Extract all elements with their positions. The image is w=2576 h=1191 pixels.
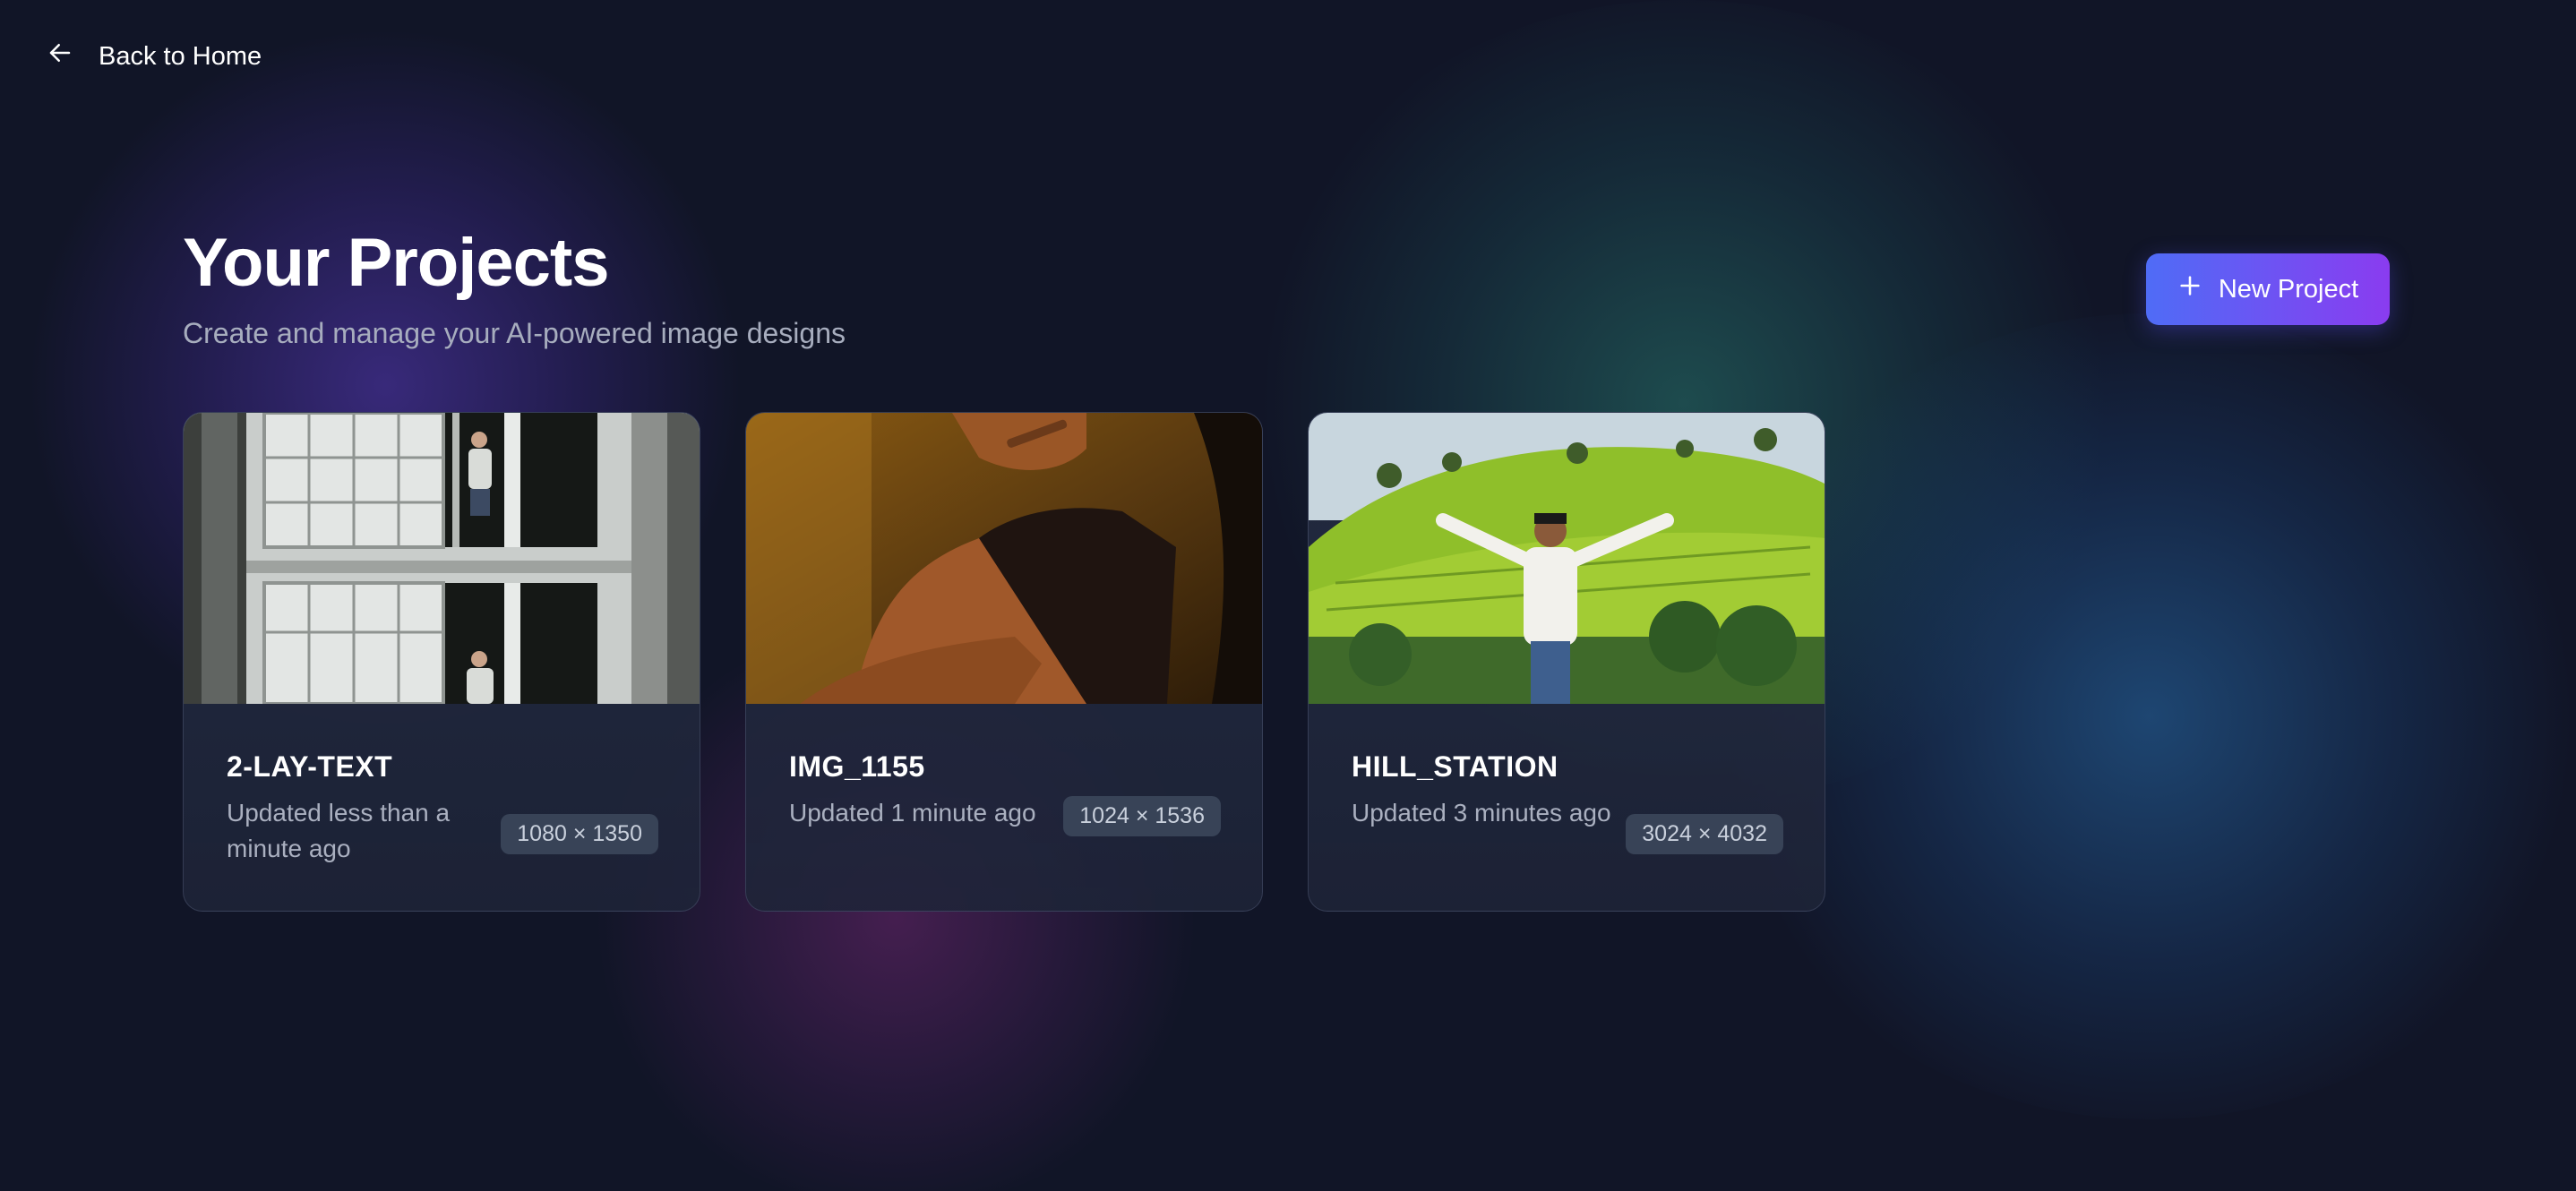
back-to-home-link[interactable]: Back to Home	[47, 39, 262, 73]
project-card[interactable]: 2-LAY-TEXT Updated less than a minute ag…	[183, 412, 700, 912]
projects-page: Back to Home Your Projects Create and ma…	[0, 0, 2576, 1191]
page-subtitle: Create and manage your AI-powered image …	[183, 317, 846, 349]
arrow-left-icon	[47, 39, 73, 73]
project-updated-time: Updated less than a minute ago	[227, 799, 451, 862]
dimensions-badge: 1024 × 1536	[1063, 796, 1221, 836]
dimensions-badge: 1080 × 1350	[501, 814, 658, 854]
project-card[interactable]: IMG_1155 Updated 1 minute ago 1024 × 153…	[745, 412, 1263, 912]
project-card[interactable]: HILL_STATION Updated 3 minutes ago 3024 …	[1308, 412, 1825, 912]
project-updated-time: Updated 1 minute ago	[789, 799, 1036, 827]
project-updated-time: Updated 3 minutes ago	[1352, 799, 1611, 827]
project-name: IMG_1155	[789, 750, 925, 783]
project-name: 2-LAY-TEXT	[227, 750, 393, 783]
new-project-label: New Project	[2218, 274, 2359, 304]
dimensions-badge: 3024 × 4032	[1626, 814, 1783, 854]
project-thumbnail	[746, 413, 1262, 704]
project-card-body: HILL_STATION Updated 3 minutes ago 3024 …	[1309, 704, 1825, 911]
project-thumbnail	[1309, 413, 1825, 704]
project-card-body: IMG_1155 Updated 1 minute ago 1024 × 153…	[746, 704, 1262, 911]
project-thumbnail	[184, 413, 700, 704]
new-project-button[interactable]: New Project	[2146, 253, 2390, 325]
page-title: Your Projects	[183, 225, 610, 301]
project-card-body: 2-LAY-TEXT Updated less than a minute ag…	[184, 704, 700, 911]
project-name: HILL_STATION	[1352, 750, 1558, 783]
plus-icon	[2177, 273, 2202, 305]
background-glow-blue	[1702, 313, 2576, 1119]
back-to-home-label: Back to Home	[99, 41, 262, 71]
